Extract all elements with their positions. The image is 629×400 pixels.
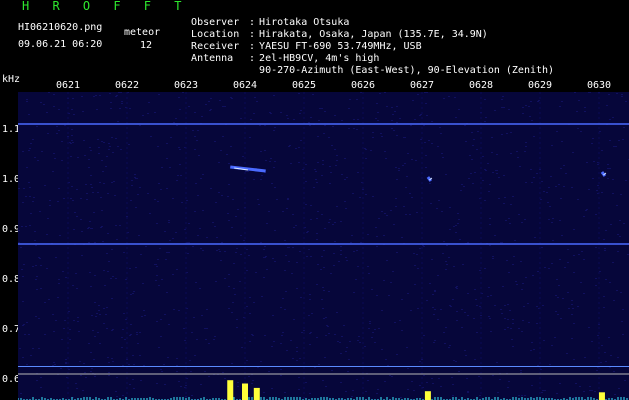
spectrogram (18, 92, 629, 400)
time-tick: 0621 (56, 80, 81, 91)
time-tick: 0623 (174, 80, 199, 91)
meteor-label: meteor (124, 27, 161, 38)
histogram-peak (242, 383, 248, 400)
meteor-count: 12 (140, 40, 153, 51)
filename-label: HI06210620.png (18, 22, 103, 33)
time-tick: 0628 (469, 80, 494, 91)
time-tick: 0626 (351, 80, 376, 91)
time-tick: 0625 (292, 80, 317, 91)
noise-layer (18, 92, 629, 400)
app-title: H R O F F T (22, 0, 190, 13)
time-tick: 0630 (587, 80, 612, 91)
y-axis-unit: kHz (2, 74, 21, 85)
meta-value: 90-270-Azimuth (East-West), 90-Elevation… (259, 65, 555, 76)
time-tick: 0624 (233, 80, 258, 91)
date-time-label: 09.06.21 06:20 (18, 39, 103, 50)
histogram-peak (227, 380, 234, 400)
spectrogram-background (18, 92, 629, 400)
meta-antenna-direction: 90-270-Azimuth (East-West), 90-Elevation… (179, 53, 554, 77)
histogram-peak (253, 387, 260, 400)
meta-sep (249, 65, 259, 77)
time-tick: 0629 (528, 80, 553, 91)
time-tick: 0627 (410, 80, 435, 91)
histogram-peak (424, 391, 431, 400)
time-tick: 0622 (115, 80, 140, 91)
histogram-peak (598, 392, 605, 400)
